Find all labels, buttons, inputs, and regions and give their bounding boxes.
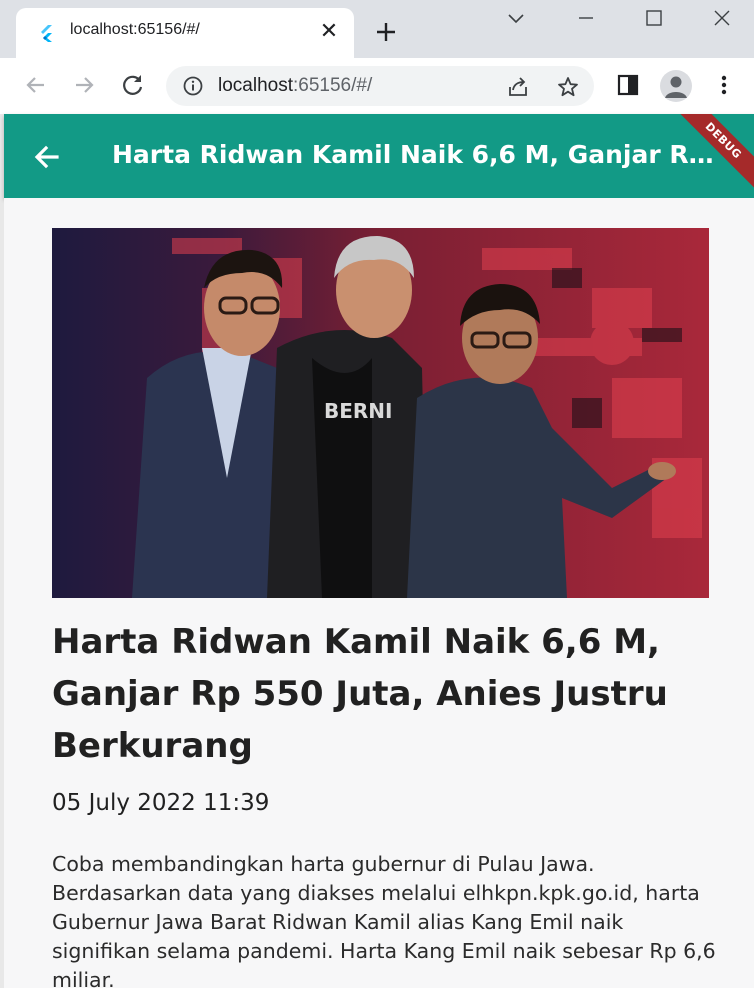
article-scroll-view[interactable]: BERNI Harta Ridwan Kamil Naik 6,6 M, Gan…	[4, 198, 754, 988]
profile-avatar[interactable]	[660, 70, 692, 102]
maximize-icon[interactable]	[642, 6, 666, 30]
forward-arrow-icon[interactable]	[70, 71, 98, 99]
page-title: Harta Ridwan Kamil Naik 6,6 M, Ganjar Rp…	[112, 140, 724, 169]
close-icon[interactable]: ✕	[318, 21, 340, 43]
article-date: 05 July 2022 11:39	[52, 790, 270, 816]
info-icon[interactable]	[182, 75, 204, 97]
person-icon	[665, 76, 687, 98]
side-panel-icon[interactable]	[615, 72, 641, 98]
svg-text:BERNI: BERNI	[324, 399, 393, 423]
back-arrow-icon[interactable]	[22, 71, 50, 99]
back-arrow-icon[interactable]	[30, 140, 64, 174]
app-bar: Harta Ridwan Kamil Naik 6,6 M, Ganjar Rp…	[4, 114, 754, 198]
url-path: :65156/#/	[293, 75, 373, 96]
minimize-icon[interactable]	[574, 6, 598, 30]
more-vertical-icon[interactable]	[711, 72, 737, 98]
browser-tab[interactable]: localhost:65156/#/ ✕	[16, 8, 354, 58]
chevron-down-icon[interactable]	[504, 6, 528, 30]
article-headline: Harta Ridwan Kamil Naik 6,6 M, Ganjar Rp…	[52, 622, 668, 766]
url-text: localhost:65156/#/	[218, 75, 372, 97]
article-photo: BERNI	[52, 228, 709, 598]
star-icon[interactable]	[556, 75, 580, 99]
browser-toolbar: localhost:65156/#/	[0, 58, 754, 114]
address-bar[interactable]: localhost:65156/#/	[166, 66, 594, 106]
article-body: Coba membandingkan harta gubernur di Pul…	[52, 852, 716, 988]
plus-icon[interactable]	[372, 18, 400, 46]
url-host: localhost	[218, 75, 293, 96]
tab-title: localhost:65156/#/	[70, 21, 200, 38]
share-icon[interactable]	[506, 75, 530, 99]
browser-tab-strip: localhost:65156/#/ ✕	[0, 0, 754, 58]
close-window-icon[interactable]	[710, 6, 734, 30]
article-image: BERNI	[52, 228, 709, 598]
reload-icon[interactable]	[119, 71, 147, 99]
flutter-favicon	[41, 25, 52, 42]
